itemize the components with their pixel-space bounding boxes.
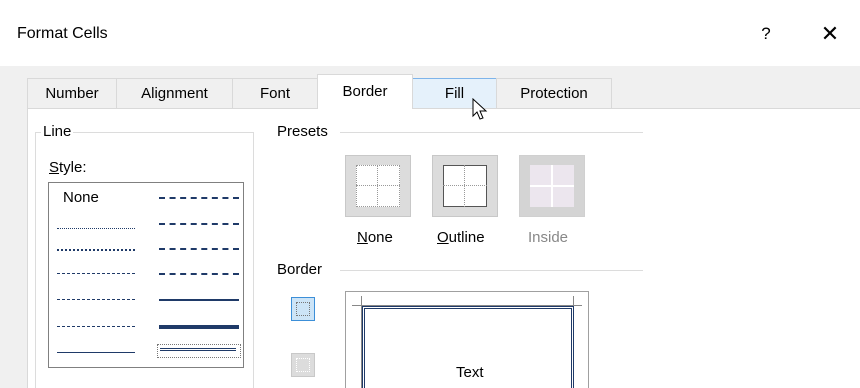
line-style-double-selected[interactable] xyxy=(157,344,241,358)
title-bar: Format Cells ? ✕ xyxy=(0,0,860,66)
line-style-medium-dash-dot-dot[interactable] xyxy=(159,197,239,199)
line-style-medium-dashed[interactable] xyxy=(159,273,239,275)
line-style-medium-dash-dot[interactable] xyxy=(159,248,239,250)
preset-outline-button[interactable] xyxy=(432,155,498,217)
line-style-dotted[interactable] xyxy=(57,249,135,251)
border-separator xyxy=(340,270,643,271)
style-label: Style: xyxy=(49,159,87,176)
border-top-icon xyxy=(296,302,310,316)
presets-group-label: Presets xyxy=(275,123,330,140)
border-top-button[interactable] xyxy=(291,297,315,321)
line-style-double xyxy=(160,348,236,351)
preset-none-button[interactable] xyxy=(345,155,411,217)
line-style-thick[interactable] xyxy=(159,325,239,329)
presets-separator xyxy=(340,132,643,133)
line-style-dash-dot-dot-thin[interactable] xyxy=(57,273,135,274)
tab-font[interactable]: Font xyxy=(232,78,318,108)
style-label-rest: tyle: xyxy=(59,159,87,176)
tab-border[interactable]: Border xyxy=(317,74,413,109)
line-style-slant-dash-dot[interactable] xyxy=(159,223,239,225)
line-group-label: Line xyxy=(41,123,74,140)
line-style-dash-dot-thin[interactable] xyxy=(57,299,135,300)
dialog-title: Format Cells xyxy=(17,25,108,42)
mouse-pointer-icon xyxy=(472,98,488,120)
tab-number[interactable]: Number xyxy=(27,78,117,108)
style-label-accel: S xyxy=(49,159,60,176)
preset-none-icon xyxy=(356,165,400,207)
border-preview[interactable]: Text xyxy=(345,291,589,388)
preset-none-label[interactable]: None xyxy=(357,229,393,246)
preset-none-rest: one xyxy=(367,229,393,246)
preset-outline-icon xyxy=(443,165,487,207)
help-button[interactable]: ? xyxy=(748,16,784,52)
preset-inside-label[interactable]: Inside xyxy=(528,229,568,246)
preset-outline-rest: utline xyxy=(448,229,485,246)
border-inside-horizontal-icon xyxy=(296,358,310,372)
format-cells-dialog: Format Cells ? ✕ Number Alignment Font B… xyxy=(0,0,860,388)
border-group-label: Border xyxy=(275,261,325,278)
preset-inside-button[interactable] xyxy=(519,155,585,217)
preset-outline-label[interactable]: Outline xyxy=(437,229,485,246)
line-style-dashed-thin[interactable] xyxy=(57,326,135,327)
line-style-medium[interactable] xyxy=(159,299,239,301)
preset-none-accel: N xyxy=(357,229,368,246)
line-style-none[interactable]: None xyxy=(63,189,99,206)
close-button[interactable]: ✕ xyxy=(810,16,850,52)
tab-strip: Number Alignment Font Border Fill Protec… xyxy=(27,74,627,109)
line-style-thin[interactable] xyxy=(57,352,135,353)
line-style-hair[interactable] xyxy=(57,228,135,229)
tab-protection[interactable]: Protection xyxy=(496,78,612,108)
preview-text: Text xyxy=(456,364,484,381)
preset-inside-icon xyxy=(530,165,574,207)
tab-alignment[interactable]: Alignment xyxy=(116,78,233,108)
border-inside-horizontal-button[interactable] xyxy=(291,353,315,377)
preset-outline-accel: O xyxy=(437,229,449,246)
line-style-list[interactable]: None xyxy=(48,182,244,368)
